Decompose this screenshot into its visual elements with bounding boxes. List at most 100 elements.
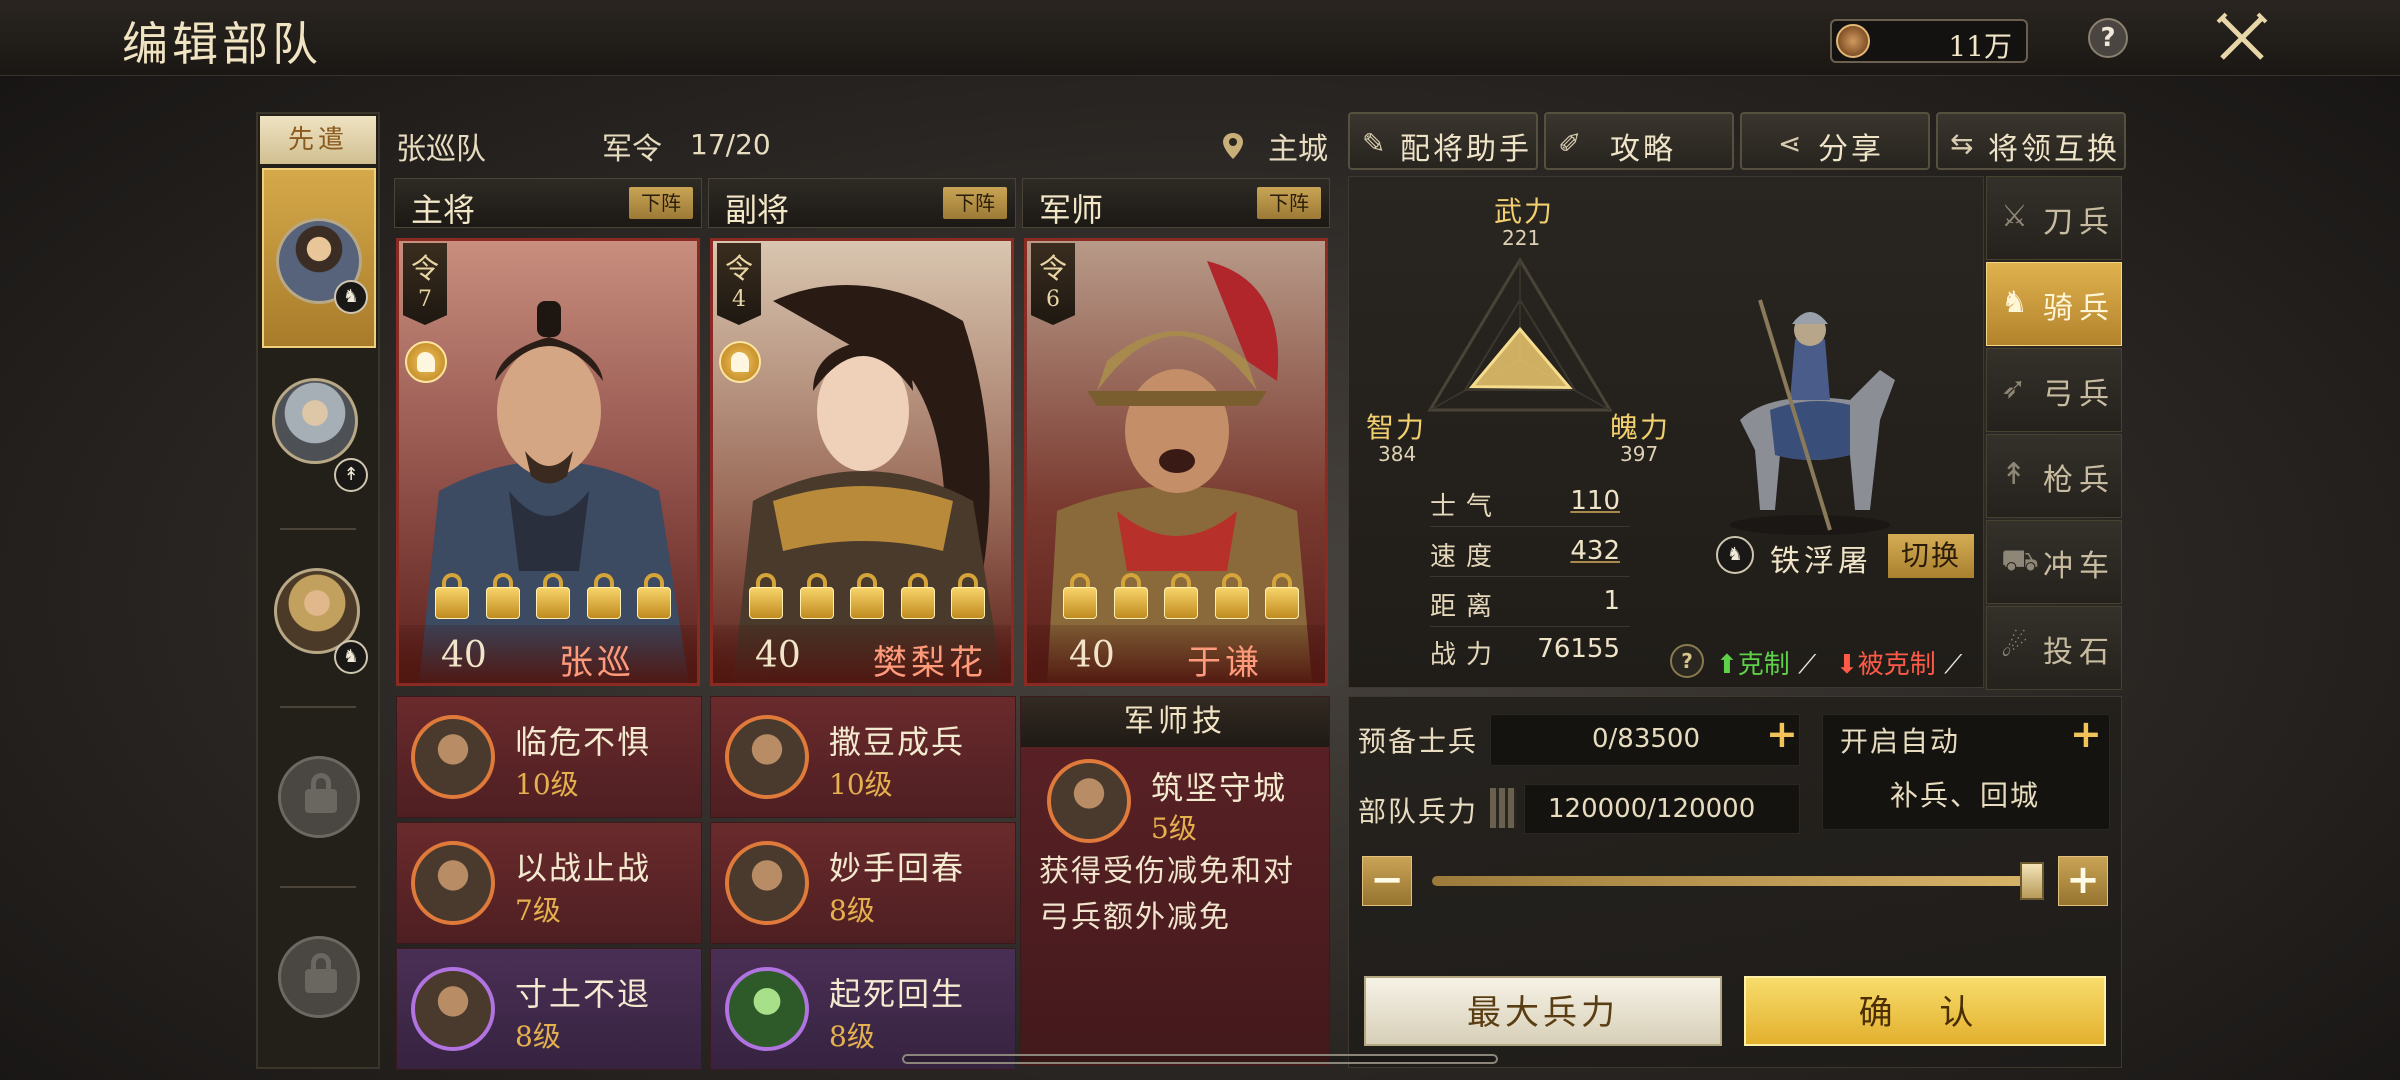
skill-icon <box>725 967 809 1051</box>
add-auto-button[interactable]: + <box>2070 712 2102 756</box>
countered-indicator: ⬇被克制 ⟋ <box>1836 650 1963 680</box>
add-reserve-button[interactable]: + <box>1766 712 1798 756</box>
increase-button[interactable]: + <box>2058 856 2108 906</box>
skill-level: 10级 <box>829 768 893 801</box>
currency-display[interactable]: 11万 <box>1830 19 2028 63</box>
confirm-button[interactable]: 确 认 <box>1744 976 2106 1046</box>
skill-icon <box>725 715 809 799</box>
skill-slot[interactable]: 妙手回春 8级 <box>710 822 1016 944</box>
role-bar-vice: 副将 下阵 <box>708 178 1016 229</box>
skill-name: 筑坚守城 <box>1151 769 1288 807</box>
power-value: 76155 <box>1537 634 1620 664</box>
blade-icon: ⟋ <box>1789 650 1817 680</box>
advisor-skill-panel[interactable]: 军师技 筑坚守城 5级 获得受伤减免和对弓兵额外减免 <box>1020 696 1330 1066</box>
troop-tab-sword[interactable]: ⚔ 刀兵 <box>1986 176 2122 260</box>
troop-tab-ram[interactable]: ⛟ 冲车 <box>1986 520 2122 604</box>
seal-icon <box>534 573 572 619</box>
intelligence-label: 智力 <box>1366 411 1427 444</box>
unit-name: 铁浮屠 <box>1770 544 1872 579</box>
seal-icon <box>848 573 886 619</box>
demote-button[interactable]: 下阵 <box>943 187 1007 219</box>
counter-indicator: ⬆克制 ⟋ <box>1716 650 1817 680</box>
skill-level: 8级 <box>515 1020 561 1053</box>
share-button[interactable]: ⋖ 分享 <box>1740 112 1930 170</box>
demote-button[interactable]: 下阵 <box>629 187 693 219</box>
location-label[interactable]: 主城 <box>1268 124 1328 168</box>
skill-name: 起死回生 <box>829 975 966 1013</box>
general-card-main[interactable]: 令 7 40 张巡 <box>396 238 700 686</box>
decrease-button[interactable]: − <box>1362 856 1412 906</box>
location-pin-icon <box>1222 132 1244 160</box>
intelligence-value: 384 <box>1378 442 1417 466</box>
guide-button[interactable]: ✐ 攻略 <box>1544 112 1734 170</box>
skill-name: 以战止战 <box>515 849 652 887</box>
cost-flag: 令 7 <box>403 243 447 325</box>
role-bar-advisor: 军师 下阵 <box>1022 178 1330 229</box>
coin-icon <box>1836 24 1870 58</box>
swap-generals-button[interactable]: ⇆ 将领互换 <box>1936 112 2126 170</box>
cavalry-icon <box>719 341 761 383</box>
demote-button[interactable]: 下阵 <box>1257 187 1321 219</box>
ram-icon: ⛟ <box>2001 543 2039 578</box>
cavalry-icon <box>405 341 447 383</box>
skill-level: 8级 <box>829 894 875 927</box>
vanguard-tab[interactable]: 先遣 <box>260 116 376 164</box>
general-card-vice[interactable]: 令 4 40 樊梨花 <box>710 238 1014 686</box>
slider-handle[interactable] <box>2020 862 2044 900</box>
help-button[interactable]: ? <box>2088 18 2128 58</box>
skill-slot[interactable]: 寸土不退 8级 <box>396 948 702 1070</box>
skill-slot[interactable]: 临危不惧 10级 <box>396 696 702 818</box>
attribute-radar <box>1427 257 1613 412</box>
morale-value[interactable]: 110 <box>1510 486 1620 516</box>
divider <box>280 886 356 888</box>
skill-icon <box>411 715 495 799</box>
skill-icon <box>1047 759 1131 843</box>
strength-value: 120000/120000 <box>1548 794 1756 824</box>
skill-slot[interactable]: 以战止战 7级 <box>396 822 702 944</box>
reserve-value: 0/83500 <box>1592 724 1701 754</box>
switch-unit-button[interactable]: 切换 <box>1888 534 1974 578</box>
general-name: 樊梨花 <box>873 643 987 683</box>
strength-label: 部队兵力 <box>1358 795 1479 828</box>
skill-slot[interactable]: 撒豆成兵 10级 <box>710 696 1016 818</box>
seal-icon <box>635 573 673 619</box>
seal-icon <box>1061 573 1099 619</box>
seal-icon <box>1213 573 1251 619</box>
skill-name: 撒豆成兵 <box>829 723 966 761</box>
skill-slot[interactable]: 起死回生 8级 <box>710 948 1016 1070</box>
general-level: 40 <box>441 635 487 676</box>
cavalry-icon: ♞ <box>334 640 368 674</box>
skill-name: 寸土不退 <box>515 975 652 1013</box>
troop-tab-archer[interactable]: ➶ 弓兵 <box>1986 348 2122 432</box>
seal-icon <box>747 573 785 619</box>
assistant-button[interactable]: ✎ 配将助手 <box>1348 112 1538 170</box>
speed-value[interactable]: 432 <box>1510 536 1620 566</box>
counter-help-button[interactable]: ? <box>1670 644 1704 678</box>
close-icon[interactable] <box>2214 10 2270 66</box>
troop-tab-cavalry[interactable]: ♞ 骑兵 <box>1986 262 2122 346</box>
skill-icon <box>411 967 495 1051</box>
top-bar <box>0 0 2400 76</box>
horse-icon: ♞ <box>2001 285 2028 320</box>
troop-tab-spear[interactable]: ↟ 枪兵 <box>1986 434 2122 518</box>
morale-label: 士气 <box>1430 492 1503 522</box>
troop-tab-catapult[interactable]: ☄ 投石 <box>1986 606 2122 690</box>
locked-slot[interactable] <box>278 756 360 838</box>
arrow-down-icon: ⬇ <box>1836 650 1858 680</box>
scroll-indicator[interactable] <box>902 1054 1498 1064</box>
sword-icon: ⚔ <box>2001 199 2028 234</box>
force-value: 221 <box>1502 226 1541 250</box>
skill-level: 5级 <box>1151 812 1197 845</box>
page-title: 编辑部队 <box>122 17 322 71</box>
range-label: 距离 <box>1430 592 1503 622</box>
max-strength-button[interactable]: 最大兵力 <box>1364 976 1722 1046</box>
cost-flag: 令 4 <box>717 243 761 325</box>
order-label: 军令 <box>602 132 662 167</box>
bow-icon: ➶ <box>2001 371 2027 406</box>
strength-slider[interactable] <box>1432 876 2036 886</box>
seal-icon <box>433 573 471 619</box>
locked-slot[interactable] <box>278 936 360 1018</box>
avatar-general-2[interactable] <box>272 378 358 464</box>
skill-description: 获得受伤减免和对弓兵额外减免 <box>1039 854 1295 935</box>
general-card-advisor[interactable]: 令 6 40 于谦 <box>1024 238 1328 686</box>
